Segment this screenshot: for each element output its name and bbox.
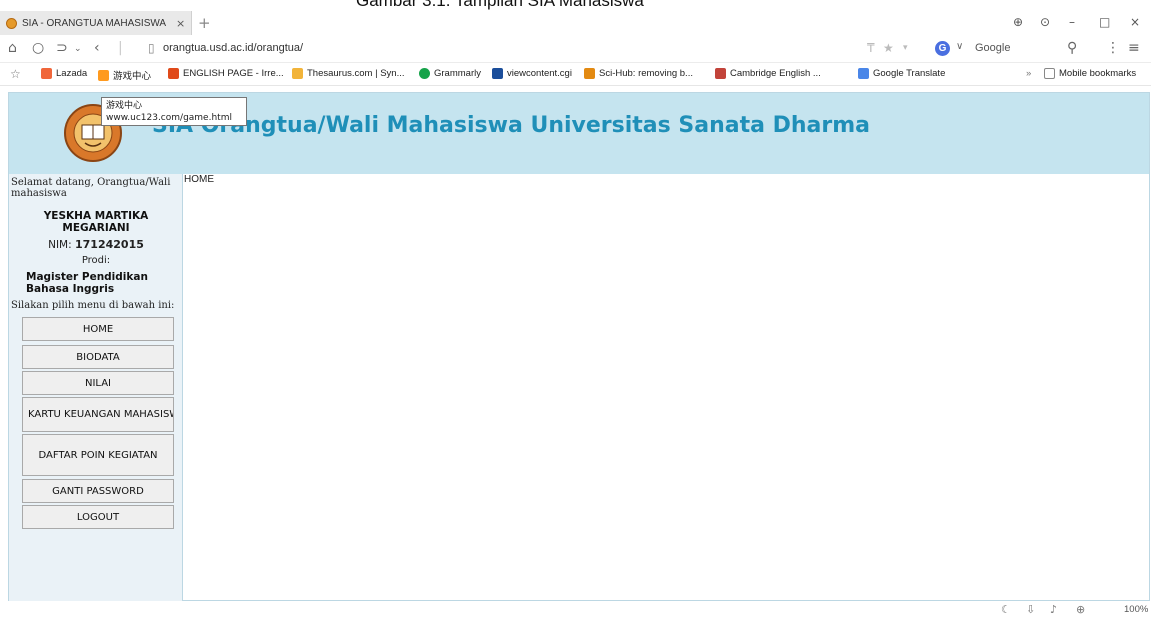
lazada-icon bbox=[41, 68, 52, 79]
menu-button-logout[interactable]: LOGOUT bbox=[22, 505, 174, 529]
tab-strip: SIA - ORANGTUA MAHASISWA × + ⊕ ⊙ – □ × bbox=[0, 10, 1151, 35]
undo-dropdown-icon[interactable]: ⌄ bbox=[74, 44, 82, 54]
undo-icon[interactable]: ⊃ bbox=[56, 40, 68, 56]
bookmark-grammarly[interactable]: Grammarly bbox=[419, 68, 481, 79]
search-engine-name[interactable]: Google bbox=[975, 42, 1010, 54]
close-window-button[interactable]: × bbox=[1130, 15, 1140, 29]
bookmark-scihub[interactable]: Sci-Hub: removing b... bbox=[584, 68, 693, 79]
divider: | bbox=[118, 40, 123, 56]
zoom-icon[interactable]: ⊕ bbox=[1076, 603, 1085, 616]
mobile-bookmarks[interactable]: Mobile bookmarks bbox=[1044, 68, 1136, 79]
bookmark-game-center[interactable]: 游戏中心 bbox=[98, 68, 151, 82]
viewcontent-icon bbox=[492, 68, 503, 79]
bookmark-google-translate[interactable]: Google Translate bbox=[858, 68, 945, 79]
download-icon[interactable]: ⇩ bbox=[1026, 603, 1035, 616]
menu-button-biodata[interactable]: BIODATA bbox=[22, 345, 174, 369]
english-page-icon bbox=[168, 68, 179, 79]
grammarly-icon bbox=[419, 68, 430, 79]
bookmarks-overflow-button[interactable]: » bbox=[1026, 68, 1031, 79]
thesaurus-icon bbox=[292, 68, 303, 79]
bookmarks-bar: ☆ Lazada 游戏中心 ENGLISH PAGE - Irre... The… bbox=[0, 64, 1151, 86]
tab-close-icon[interactable]: × bbox=[176, 17, 185, 30]
site-header: SIA Orangtua/Wali Mahasiswa Universitas … bbox=[9, 93, 1149, 174]
night-mode-icon[interactable]: ☾ bbox=[1001, 603, 1011, 616]
nim-row: NIM: 171242015 bbox=[9, 238, 183, 251]
status-bar: ☾ ⇩ ♪ ⊕ 100% bbox=[0, 603, 1151, 617]
menu-button-ganti-password[interactable]: GANTI PASSWORD bbox=[22, 479, 174, 503]
welcome-text: Selamat datang, Orangtua/Wali mahasiswa bbox=[11, 177, 171, 199]
web-page: SIA Orangtua/Wali Mahasiswa Universitas … bbox=[8, 92, 1150, 601]
reload-icon[interactable]: ○ bbox=[32, 40, 44, 56]
page-icon: ▯ bbox=[148, 41, 155, 55]
speed-dial-icon[interactable]: ₸ bbox=[867, 41, 875, 55]
tooltip-title: 游戏中心 bbox=[106, 101, 143, 111]
extension-icon[interactable]: ⊕ bbox=[1013, 15, 1023, 29]
tab-title: SIA - ORANGTUA MAHASISWA bbox=[22, 17, 167, 29]
new-tab-button[interactable]: + bbox=[198, 14, 211, 32]
favorites-star-icon[interactable]: ☆ bbox=[10, 67, 21, 81]
student-name: YESKHA MARTIKA MEGARIANI bbox=[43, 210, 149, 234]
nim-label: NIM: bbox=[48, 239, 72, 251]
bookmark-star-icon[interactable]: ★ bbox=[883, 41, 894, 55]
address-bar[interactable]: ▯ orangtua.usd.ac.id/orangtua/ ₸ ★ ▾ bbox=[145, 39, 935, 59]
more-icon[interactable]: ⋮ bbox=[1106, 40, 1120, 56]
url-text[interactable]: orangtua.usd.ac.id/orangtua/ bbox=[163, 42, 303, 54]
google-translate-icon bbox=[858, 68, 869, 79]
search-engine-dropdown-icon[interactable]: ∨ bbox=[956, 41, 963, 52]
maximize-button[interactable]: □ bbox=[1099, 15, 1110, 29]
nim-value: 171242015 bbox=[75, 238, 144, 251]
sound-icon[interactable]: ♪ bbox=[1050, 603, 1057, 616]
menu-button-home[interactable]: HOME bbox=[22, 317, 174, 341]
prodi-value: Magister Pendidikan Bahasa Inggris bbox=[26, 271, 148, 295]
search-icon[interactable]: ⚲ bbox=[1067, 40, 1077, 56]
sidebar: Selamat datang, Orangtua/Wali mahasiswa … bbox=[9, 174, 183, 601]
navigation-bar: ⌂ ○ ⊃ ⌄ ‹ | ▯ orangtua.usd.ac.id/orangtu… bbox=[0, 35, 1151, 63]
bookmark-dropdown-icon[interactable]: ▾ bbox=[903, 43, 908, 53]
menu-button-nilai[interactable]: NILAI bbox=[22, 371, 174, 395]
tooltip-url: www.uc123.com/game.html bbox=[106, 113, 232, 123]
minimize-button[interactable]: – bbox=[1069, 15, 1075, 29]
site-favicon-icon bbox=[6, 17, 17, 29]
browser-tab[interactable]: SIA - ORANGTUA MAHASISWA × bbox=[0, 11, 192, 35]
menu-hint: Silakan pilih menu di bawah ini: bbox=[11, 300, 175, 311]
mobile-bookmarks-icon bbox=[1044, 68, 1055, 79]
site-title: SIA Orangtua/Wali Mahasiswa Universitas … bbox=[152, 113, 870, 138]
menu-icon[interactable]: ≡ bbox=[1128, 40, 1140, 56]
skin-icon[interactable]: ⊙ bbox=[1040, 15, 1050, 29]
menu-button-daftar-poin-kegiatan[interactable]: DAFTAR POIN KEGIATAN bbox=[22, 434, 174, 476]
back-icon[interactable]: ‹ bbox=[94, 40, 100, 56]
prodi-label: Prodi: bbox=[81, 255, 111, 266]
bookmark-lazada[interactable]: Lazada bbox=[41, 68, 87, 79]
bookmark-english-page[interactable]: ENGLISH PAGE - Irre... bbox=[168, 68, 284, 79]
bookmark-cambridge[interactable]: Cambridge English ... bbox=[715, 68, 821, 79]
bookmark-thesaurus[interactable]: Thesaurus.com | Syn... bbox=[292, 68, 405, 79]
scihub-icon bbox=[584, 68, 595, 79]
game-center-icon bbox=[98, 69, 109, 81]
bookmark-tooltip: 游戏中心 www.uc123.com/game.html bbox=[101, 97, 247, 126]
search-engine-icon[interactable]: G bbox=[935, 41, 950, 56]
content-breadcrumb: HOME bbox=[184, 174, 214, 185]
home-icon[interactable]: ⌂ bbox=[8, 40, 17, 56]
zoom-level[interactable]: 100% bbox=[1124, 604, 1148, 615]
menu-button-kartu-keuangan[interactable]: KARTU KEUANGAN MAHASISWA bbox=[22, 397, 174, 432]
cambridge-icon bbox=[715, 68, 726, 79]
bookmark-viewcontent[interactable]: viewcontent.cgi bbox=[492, 68, 572, 79]
